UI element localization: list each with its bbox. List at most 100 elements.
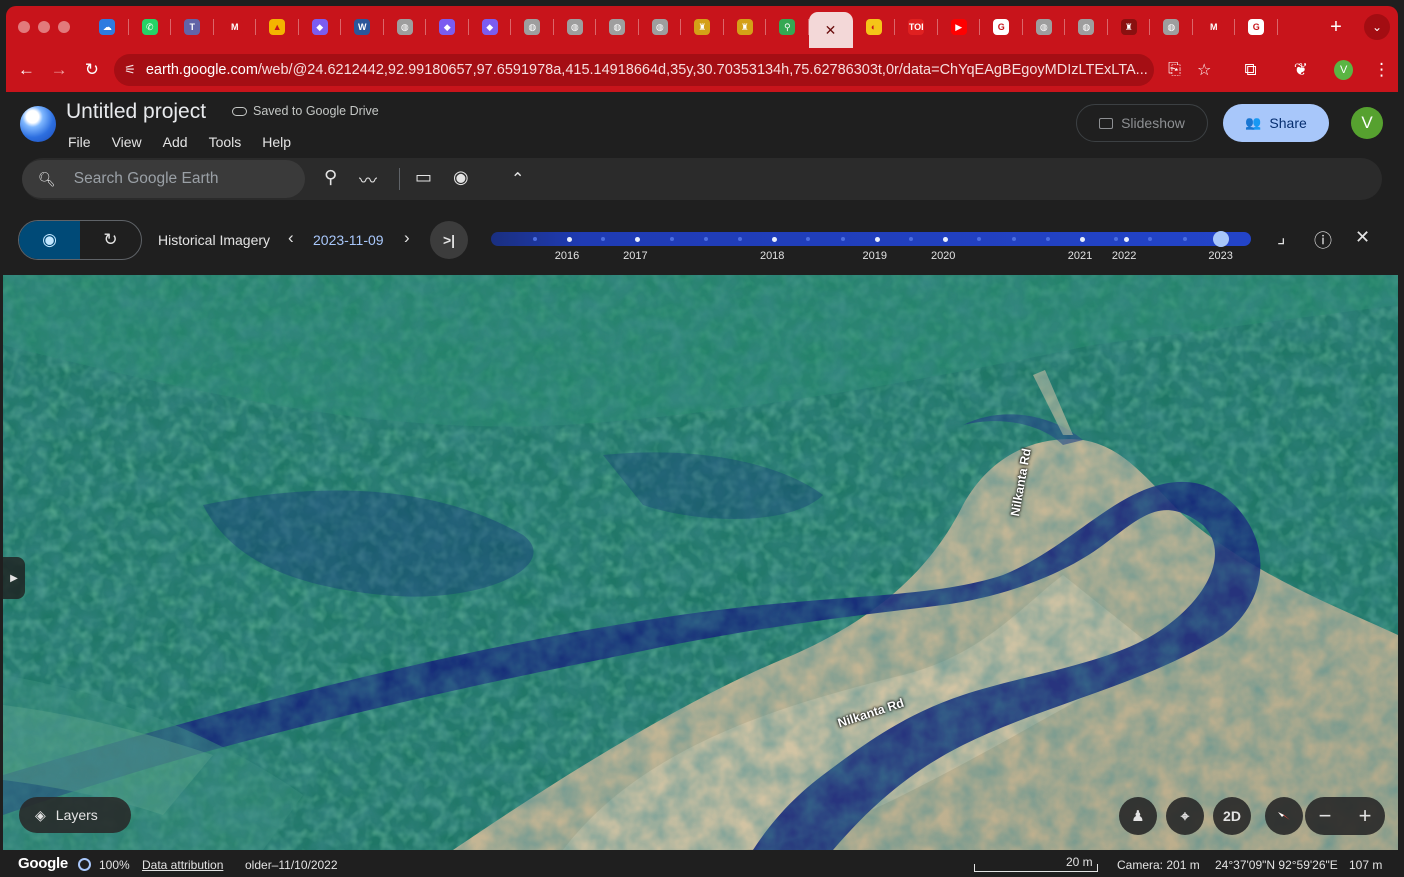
measure-ruler-icon[interactable]: ▭ [415,167,432,188]
timeline-capture-date[interactable] [943,236,949,242]
browser-tab[interactable]: ◍ [554,6,597,48]
close-window-button[interactable] [18,21,30,33]
extensions-icon[interactable]: ⧉ [1229,60,1271,80]
timeline-tick[interactable] [703,237,708,241]
maximize-window-button[interactable] [58,21,70,33]
zoom-in-button[interactable]: + [1359,803,1372,829]
chevron-up-icon[interactable]: ⌃ [511,169,524,189]
minimize-window-button[interactable] [38,21,50,33]
timeline-capture-date[interactable] [1080,236,1085,242]
collapse-icon[interactable]: ⌟ [1277,227,1285,248]
latest-date-button[interactable]: >| [430,221,468,259]
historical-imagery-mode-button[interactable]: ◉ [19,221,80,259]
timeline-tick[interactable] [738,237,742,241]
timeline-tick[interactable] [601,237,606,241]
timeline-tick[interactable] [1148,237,1153,241]
extension-leaf-icon[interactable]: ❦ [1280,60,1322,80]
data-attribution-link[interactable]: Data attribution [142,858,223,872]
browser-profile-avatar[interactable]: V [1334,60,1354,80]
timeline-tick[interactable] [1182,237,1187,241]
timeline-tick[interactable] [1114,237,1119,241]
browser-tab[interactable]: ◍ [384,6,427,48]
timeline-capture-date[interactable] [772,236,778,242]
compass-button[interactable] [1265,797,1303,835]
expand-side-panel-button[interactable]: ▶ [3,557,25,599]
bookmark-star-icon[interactable]: ☆ [1197,60,1211,80]
browser-tab[interactable]: ◆ [426,6,469,48]
timeline-tick[interactable] [532,237,537,241]
current-imagery-mode-button[interactable]: ↻ [80,221,141,259]
next-date-button[interactable]: › [404,228,410,248]
layers-button[interactable]: ◈ Layers [19,797,131,833]
browser-tab[interactable]: ▶ [938,6,981,48]
browser-tab[interactable]: ◆ [469,6,512,48]
view-mode-2d-button[interactable]: 2D [1213,797,1251,835]
browser-tab[interactable]: G [980,6,1023,48]
browser-tab[interactable]: ♜ [681,6,724,48]
zoom-out-button[interactable]: − [1319,803,1332,829]
menu-tools[interactable]: Tools [209,134,242,150]
browser-tab-active[interactable]: ✕ [808,12,853,48]
timeline-slider-handle[interactable] [1212,231,1229,247]
imagery-timeline-slider[interactable] [491,231,1251,247]
timeline-capture-date[interactable] [635,236,641,242]
timeline-capture-date[interactable] [1124,236,1130,242]
previous-date-button[interactable]: ‹ [288,228,294,248]
draw-path-icon[interactable]: 〰 [359,167,377,193]
timeline-tick[interactable] [669,237,674,241]
browser-tab[interactable]: ♜ [1108,6,1151,48]
browser-tab[interactable]: ◍ [639,6,682,48]
menu-help[interactable]: Help [262,134,291,150]
browser-tab[interactable]: ◍ [1065,6,1108,48]
back-button[interactable]: ← [10,60,43,80]
browser-tab[interactable]: ✆ [129,6,172,48]
browser-tab[interactable]: W [341,6,384,48]
browser-menu-button[interactable]: ⋮ [1365,60,1398,80]
timeline-tick[interactable] [1045,237,1050,241]
historical-imagery-icon[interactable]: ◉ [453,167,469,188]
browser-tab[interactable]: G [1235,6,1278,48]
menu-file[interactable]: File [68,134,91,150]
timeline-tick[interactable] [909,237,913,241]
menu-view[interactable]: View [112,134,142,150]
timeline-tick[interactable] [1011,237,1016,241]
timeline-tick[interactable] [806,237,811,241]
tab-search-button[interactable]: ⌄ [1364,14,1390,40]
timeline-capture-date[interactable] [874,236,880,242]
earth-3d-view[interactable]: Nilkanta Rd Nilkanta Rd ▶ ◈ Layers ♟ ⌖ 2… [3,275,1398,850]
browser-tab[interactable]: TOI [895,6,938,48]
browser-tab[interactable]: ⚲ [766,6,809,48]
browser-tab[interactable]: ◍ [511,6,554,48]
imagery-date[interactable]: 2023-11-09 [313,232,384,248]
google-earth-logo-icon[interactable] [20,106,56,142]
account-avatar[interactable]: V [1351,107,1383,139]
slideshow-button[interactable]: Slideshow [1076,104,1208,142]
my-location-button[interactable]: ⌖ [1166,797,1204,835]
browser-tab[interactable]: T [171,6,214,48]
browser-tab[interactable]: M [214,6,257,48]
timeline-tick[interactable] [977,237,982,241]
browser-tab[interactable]: ◆ [299,6,342,48]
menu-add[interactable]: Add [163,134,188,150]
site-settings-icon[interactable]: ⚟ [124,62,136,78]
close-history-icon[interactable]: ✕ [1355,227,1370,248]
browser-tab[interactable]: ◍ [596,6,639,48]
address-bar[interactable]: ⚟ earth.google.com/web/@24.6212442,92.99… [114,54,1155,86]
install-app-icon[interactable]: ⎘ [1168,61,1181,79]
add-placemark-icon[interactable]: ⚲ [324,167,337,188]
browser-tab[interactable]: ☁ [86,6,129,48]
help-icon[interactable]: ⓘ [1314,227,1332,253]
browser-tab[interactable]: M [1193,6,1236,48]
reload-button[interactable]: ↻ [75,60,108,80]
close-icon[interactable]: ✕ [825,22,837,39]
search-box[interactable]: 🔍︎ Search Google Earth [22,160,305,198]
street-view-button[interactable]: ♟ [1119,797,1157,835]
timeline-capture-date[interactable] [567,236,572,242]
search-input[interactable]: Search Google Earth [74,170,219,188]
timeline-tick[interactable] [840,237,845,241]
share-button[interactable]: 👥 Share [1223,104,1329,142]
browser-tab[interactable]: ♜ [724,6,767,48]
forward-button[interactable]: → [43,60,76,80]
browser-tab[interactable]: ◍ [1150,6,1193,48]
browser-tab[interactable]: ◐ [853,6,896,48]
